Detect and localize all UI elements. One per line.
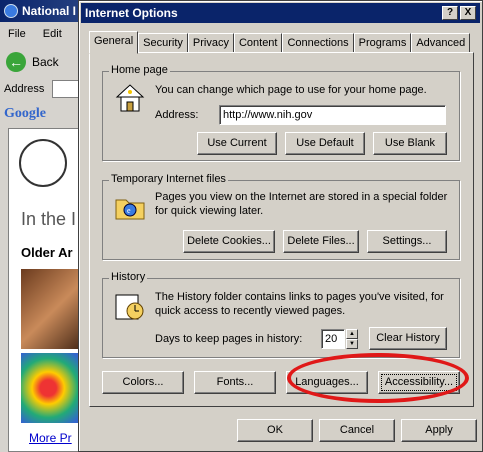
use-blank-button[interactable]: Use Blank [373,132,447,155]
delete-files-button[interactable]: Delete Files... [283,230,359,253]
home-page-description: You can change which page to use for you… [155,84,427,96]
home-page-group-label: Home page [109,64,170,76]
back-button[interactable]: ← Back [6,52,59,72]
history-group: History The History folder contains link… [102,271,460,358]
history-description-1: The History folder contains links to pag… [155,291,444,303]
delete-cookies-button[interactable]: Delete Cookies... [183,230,275,253]
temp-files-folder-icon: e [115,199,145,220]
tab-content[interactable]: Content [233,33,283,53]
internet-options-dialog: Internet Options ? X General Security Pr… [78,0,483,452]
languages-button[interactable]: Languages... [286,371,368,394]
accessibility-button[interactable]: Accessibility... [378,371,460,394]
temp-files-description-2: for quick viewing later. [155,205,264,217]
temp-files-group-label: Temporary Internet files [109,173,228,185]
tab-connections[interactable]: Connections [282,33,354,53]
tab-security[interactable]: Security [138,33,188,53]
home-page-address-input[interactable]: http://www.nih.gov [219,105,446,125]
ie-logo-icon [4,4,18,18]
browser-menu-bar: File Edit [0,24,68,44]
back-label: Back [32,55,59,69]
days-spinner[interactable]: ▲ ▼ [346,329,358,349]
google-toolbar-logo: Google [4,106,46,121]
temp-files-group: Temporary Internet files e Pages you vie… [102,173,460,260]
home-icon [115,84,145,112]
tab-advanced[interactable]: Advanced [411,33,471,53]
apply-button[interactable]: Apply [401,419,477,442]
help-button[interactable]: ? [442,6,458,20]
home-page-group: Home page You can change which page to u… [102,64,460,161]
history-clock-icon [115,294,144,320]
address-label: Address [4,83,45,95]
close-button[interactable]: X [460,6,476,20]
fonts-button[interactable]: Fonts... [194,371,276,394]
use-current-button[interactable]: Use Current [197,132,277,155]
back-arrow-icon: ← [6,52,26,72]
browser-title: National I [22,4,77,18]
general-tab-panel: Home page You can change which page to u… [89,52,474,407]
tab-programs[interactable]: Programs [353,33,412,53]
address-bar[interactable] [52,80,80,98]
tab-privacy[interactable]: Privacy [187,33,234,53]
temp-files-description-1: Pages you view on the Internet are store… [155,191,448,203]
page-subheading: Older Ar [21,245,73,260]
browser-page-content: In the I Older Ar More Pr [8,128,88,452]
dialog-title: Internet Options [85,6,178,20]
nih-logo-icon [19,139,67,187]
history-description-2: quick access to recently viewed pages. [155,305,346,317]
colors-button[interactable]: Colors... [102,371,184,394]
address-field-label: Address: [155,109,199,121]
days-to-keep-label: Days to keep pages in history: [155,333,303,345]
clear-history-button[interactable]: Clear History [369,327,447,350]
svg-text:e: e [127,206,131,215]
settings-button[interactable]: Settings... [367,230,447,253]
menu-edit[interactable]: Edit [43,28,62,40]
browser-toolbar: ← Back [0,48,80,78]
cancel-button[interactable]: Cancel [319,419,395,442]
use-default-button[interactable]: Use Default [285,132,365,155]
page-heading: In the I [21,209,77,229]
ok-button[interactable]: OK [237,419,313,442]
spin-up-icon[interactable]: ▲ [346,329,358,339]
tab-strip: General Security Privacy Content Connect… [89,31,471,54]
history-group-label: History [109,271,148,283]
days-to-keep-input[interactable]: 20 [321,329,345,349]
tab-general[interactable]: General [89,31,139,54]
dialog-title-bar: Internet Options ? X [81,3,480,23]
spin-down-icon[interactable]: ▼ [346,339,358,349]
menu-file[interactable]: File [8,28,26,40]
more-link[interactable]: More Pr [29,431,72,445]
